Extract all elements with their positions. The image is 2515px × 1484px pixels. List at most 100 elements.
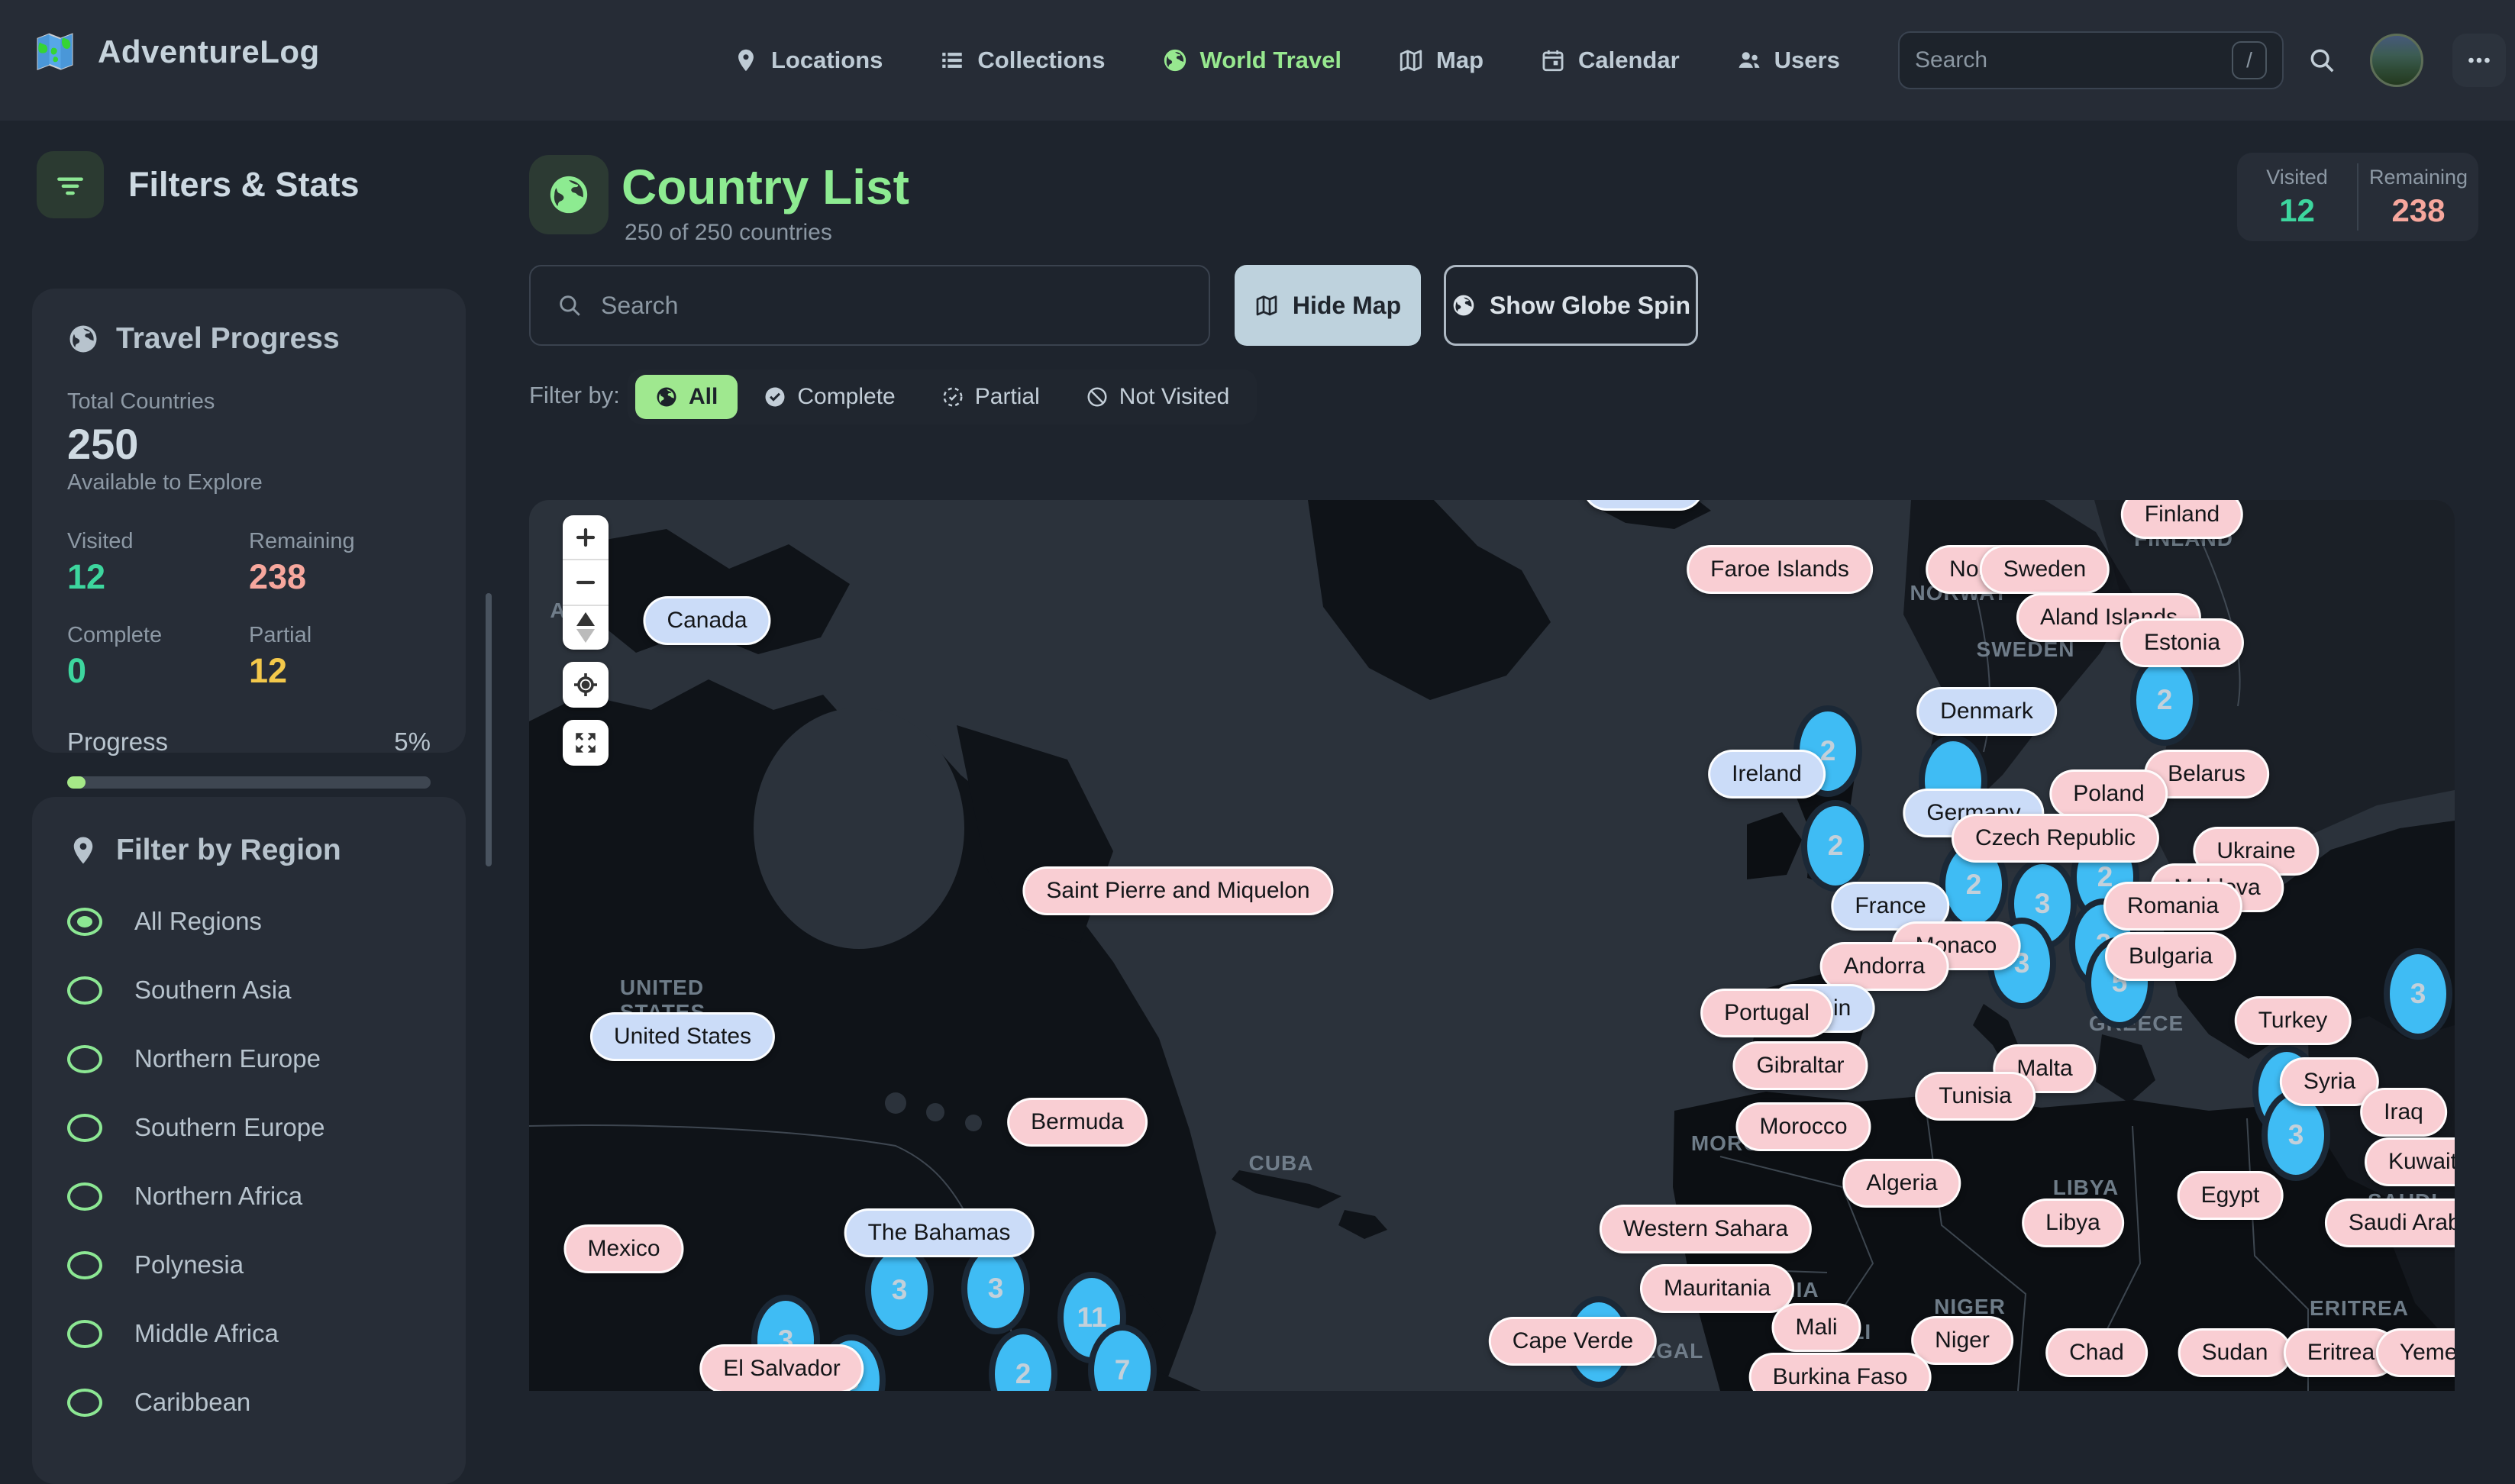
map-pill-mexico[interactable]: Mexico	[563, 1224, 683, 1273]
map-pill-the-bahamas[interactable]: The Bahamas	[844, 1208, 1035, 1257]
map-base-label: CUBA	[1249, 1151, 1314, 1176]
filter-chip-all[interactable]: All	[635, 375, 738, 419]
map-pill-ireland[interactable]: Ireland	[1708, 750, 1826, 798]
map-pill-el-salvador[interactable]: El Salvador	[699, 1344, 864, 1391]
more-options-button[interactable]	[2452, 34, 2506, 87]
map-pill-mali[interactable]: Mali	[1771, 1303, 1861, 1352]
zoom-out-button[interactable]	[563, 559, 609, 604]
country-search-box[interactable]	[529, 265, 1210, 346]
region-option-all-regions[interactable]: All Regions	[67, 907, 431, 936]
map-pill-sweden[interactable]: Sweden	[1980, 545, 2110, 594]
globe-icon	[547, 173, 591, 217]
map-pill-poland[interactable]: Poland	[2049, 769, 2168, 818]
map-pill-czech-republic[interactable]: Czech Republic	[1952, 814, 2159, 863]
region-option-northern-africa[interactable]: Northern Africa	[67, 1182, 431, 1211]
map-pill-cape-verde[interactable]: Cape Verde	[1489, 1317, 1657, 1366]
map-pill-saudi-arabia[interactable]: Saudi Arabia	[2325, 1198, 2455, 1247]
users-icon	[1736, 47, 1762, 73]
map-pill-bulgaria[interactable]: Bulgaria	[2105, 932, 2236, 981]
map-pill-burkina-faso[interactable]: Burkina Faso	[1749, 1353, 1932, 1391]
map-pill-tunisia[interactable]: Tunisia	[1915, 1072, 2036, 1121]
hide-map-button[interactable]: Hide Map	[1235, 265, 1421, 346]
map-cluster-marker[interactable]: 3	[865, 1244, 934, 1336]
list-icon	[939, 47, 965, 73]
map-pill-algeria[interactable]: Algeria	[1842, 1159, 1961, 1208]
nav-item-collections[interactable]: Collections	[939, 47, 1105, 74]
nav-menu: Locations Collections World Travel Map Calen…	[733, 0, 1840, 121]
sidebar-header: Filters & Stats	[37, 151, 360, 218]
map-pill-mauritania[interactable]: Mauritania	[1640, 1264, 1794, 1313]
map-pill-united-states[interactable]: United States	[590, 1012, 775, 1061]
header-stat-visited: Visited12	[2237, 153, 2357, 241]
travel-progress-card: Travel Progress Total Countries 250 Avai…	[32, 289, 466, 753]
map-pill-gibraltar[interactable]: Gibraltar	[1732, 1041, 1868, 1090]
nav-item-users[interactable]: Users	[1736, 47, 1840, 74]
map-pill-yemen[interactable]: Yemen	[2376, 1328, 2455, 1377]
filter-chip-partial[interactable]: Partial	[922, 375, 1060, 419]
filter-chip-not-visited[interactable]: Not Visited	[1066, 375, 1250, 419]
world-map[interactable]: AUNITED STATESNORWAYSWEDENFINLANDGREECEM…	[529, 500, 2455, 1391]
map-pill-saint-pierre-and-miquelon[interactable]: Saint Pierre and Miquelon	[1022, 866, 1333, 915]
map-pill-turkey[interactable]: Turkey	[2235, 996, 2352, 1045]
map-pill-canada[interactable]: Canada	[643, 596, 770, 645]
sidebar-scrollbar-thumb[interactable]	[486, 593, 492, 866]
pin-icon	[733, 47, 759, 73]
nav-item-locations[interactable]: Locations	[733, 47, 883, 74]
radio-icon	[67, 908, 102, 936]
map-pill-kuwait[interactable]: Kuwait	[2365, 1137, 2455, 1186]
nav-item-world-travel[interactable]: World Travel	[1162, 47, 1342, 74]
region-option-polynesia[interactable]: Polynesia	[67, 1250, 431, 1279]
map-pill-western-sahara[interactable]: Western Sahara	[1600, 1205, 1812, 1253]
radio-icon	[67, 1389, 102, 1417]
map-pill-bermuda[interactable]: Bermuda	[1007, 1098, 1148, 1147]
map-pill-iraq[interactable]: Iraq	[2360, 1088, 2447, 1137]
map-pill-morocco[interactable]: Morocco	[1735, 1102, 1871, 1151]
ellipsis-icon	[2465, 47, 2493, 74]
map-pill-faroe-islands[interactable]: Faroe Islands	[1687, 545, 1873, 594]
map-cluster-marker[interactable]: 3	[2384, 948, 2452, 1040]
map-pill-sudan[interactable]: Sudan	[2178, 1328, 2292, 1377]
radio-icon	[67, 1320, 102, 1348]
fullscreen-button[interactable]	[563, 720, 609, 766]
nav-search-input[interactable]	[1915, 47, 2232, 73]
map-zoom-controls	[563, 515, 609, 650]
nav-item-map[interactable]: Map	[1398, 47, 1483, 74]
map-pill-romania[interactable]: Romania	[2103, 882, 2242, 931]
total-countries-value: 250	[67, 419, 431, 469]
filter-chip-complete[interactable]: Complete	[744, 375, 915, 419]
map-pill-iceland[interactable]: Iceland	[1583, 500, 1704, 511]
map-cluster-marker[interactable]: 2	[1801, 800, 1870, 892]
map-pill-denmark[interactable]: Denmark	[1916, 687, 2057, 736]
nav-search-box[interactable]: /	[1898, 31, 2284, 89]
avatar[interactable]	[2370, 34, 2423, 87]
compass-button[interactable]	[563, 605, 609, 650]
map-pill-finland[interactable]: Finland	[2121, 500, 2243, 539]
map-pill-portugal[interactable]: Portugal	[1700, 989, 1833, 1037]
search-icon[interactable]	[2307, 46, 2336, 75]
status-filter-group: AllCompletePartialNot Visited	[628, 369, 1257, 424]
map-pill-egypt[interactable]: Egypt	[2178, 1171, 2284, 1220]
navbar: AdventureLog Locations Collections World T…	[0, 0, 2515, 121]
region-option-northern-europe[interactable]: Northern Europe	[67, 1044, 431, 1073]
geolocate-button[interactable]	[563, 662, 609, 708]
map-pill-libya[interactable]: Libya	[2022, 1198, 2124, 1247]
map-icon	[1398, 47, 1424, 73]
nav-item-calendar[interactable]: Calendar	[1540, 47, 1680, 74]
radio-icon	[67, 1182, 102, 1211]
header-stats-card: Visited12Remaining238	[2237, 153, 2478, 241]
globe-spin-label: Show Globe Spin	[1490, 292, 1690, 320]
filters-icon[interactable]	[37, 151, 104, 218]
map-pill-chad[interactable]: Chad	[2045, 1328, 2148, 1377]
brand[interactable]: AdventureLog	[32, 29, 320, 75]
zoom-in-button[interactable]	[563, 515, 609, 559]
map-cluster-marker[interactable]: 2	[2130, 654, 2199, 746]
globe-spin-button[interactable]: Show Globe Spin	[1444, 265, 1698, 346]
region-option-southern-asia[interactable]: Southern Asia	[67, 976, 431, 1005]
country-search-input[interactable]	[601, 292, 1183, 320]
country-list-icon	[529, 155, 609, 234]
region-option-caribbean[interactable]: Caribbean	[67, 1388, 431, 1417]
region-option-southern-europe[interactable]: Southern Europe	[67, 1113, 431, 1142]
map-pill-estonia[interactable]: Estonia	[2120, 618, 2244, 667]
map-pill-niger[interactable]: Niger	[1911, 1316, 2013, 1365]
region-option-middle-africa[interactable]: Middle Africa	[67, 1319, 431, 1348]
